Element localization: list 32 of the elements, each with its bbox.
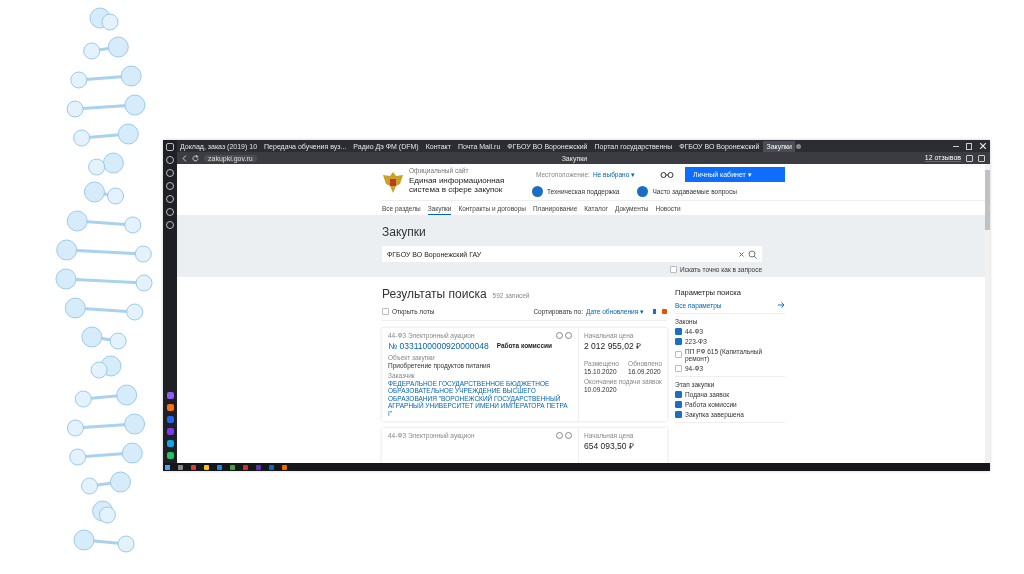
- filter-checkbox[interactable]: [675, 327, 682, 335]
- section-heading: Закупки: [382, 224, 427, 241]
- results-heading: Результаты поиска: [382, 285, 487, 303]
- price-value: 654 093,50 ₽: [584, 440, 635, 451]
- purchase-number-link[interactable]: № 0331100000920000048: [388, 340, 489, 351]
- open-lots-checkbox[interactable]: [382, 308, 389, 315]
- eagle-emblem-icon: [382, 170, 404, 194]
- app-icon[interactable]: [230, 464, 235, 470]
- app-icon[interactable]: [191, 464, 196, 470]
- app-icon[interactable]: [243, 464, 248, 470]
- back-icon[interactable]: [182, 154, 187, 162]
- filter-checkbox[interactable]: [675, 410, 682, 418]
- filter-checkbox[interactable]: [675, 351, 682, 358]
- site-name: Единая информационная система в сфере закупок: [409, 176, 506, 194]
- filter-checkbox[interactable]: [675, 400, 682, 408]
- app-icon[interactable]: [282, 464, 287, 470]
- reload-icon[interactable]: [192, 154, 199, 162]
- clear-icon[interactable]: [739, 251, 744, 257]
- maximize-icon[interactable]: [966, 142, 972, 150]
- windows-logo-icon[interactable]: [165, 464, 170, 470]
- price-value: 2 012 955,02 ₽: [584, 340, 642, 351]
- filter-checkbox[interactable]: [675, 364, 682, 372]
- exact-search-checkbox[interactable]: [669, 266, 677, 273]
- new-tab-icon[interactable]: [795, 143, 801, 149]
- minimize-icon[interactable]: [953, 145, 959, 147]
- app-icon[interactable]: [269, 464, 274, 470]
- app-icon[interactable]: [217, 464, 222, 470]
- arrow-icon[interactable]: [778, 302, 785, 308]
- filter-checkbox[interactable]: [675, 390, 682, 398]
- close-icon[interactable]: [980, 143, 986, 149]
- glasses-icon[interactable]: [660, 171, 675, 178]
- filter-checkbox[interactable]: [675, 337, 682, 345]
